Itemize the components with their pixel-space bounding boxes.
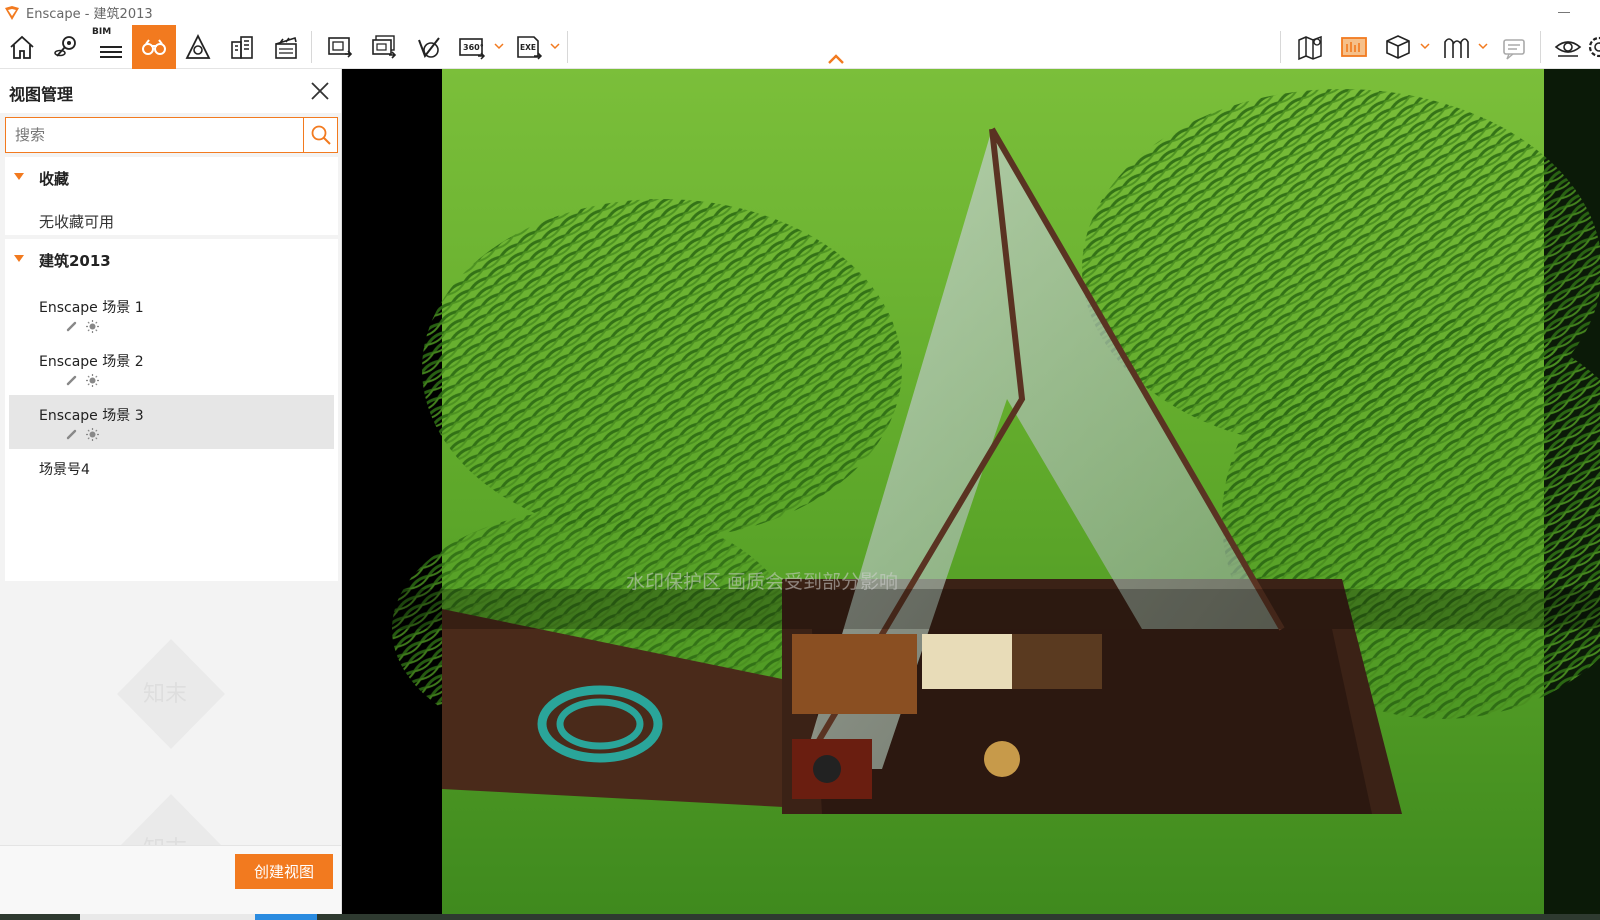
- favorites-label: 收藏: [39, 170, 70, 188]
- watermark-notice: 水印保护区 画质会受到部分影响: [626, 571, 899, 593]
- panorama-button[interactable]: 360°: [450, 25, 494, 69]
- settings-icon: [1588, 36, 1600, 58]
- panel-header: 视图管理: [0, 69, 341, 113]
- toolbar-separator: [1280, 31, 1281, 63]
- sun-icon[interactable]: [85, 319, 100, 334]
- favorites-header[interactable]: 收藏: [5, 157, 338, 197]
- bim-button[interactable]: BIM: [88, 25, 132, 69]
- location-button[interactable]: [44, 25, 88, 69]
- link-icon[interactable]: [64, 427, 79, 442]
- video-editor-button[interactable]: [264, 25, 308, 69]
- buildings-icon: [231, 36, 253, 59]
- close-icon[interactable]: [308, 79, 332, 103]
- search-icon: [311, 125, 331, 145]
- taskbar-strip: [0, 914, 1600, 920]
- screenshot-icon: [328, 37, 353, 58]
- batch-render-icon: [372, 35, 397, 59]
- project-label: 建筑2013: [39, 252, 111, 270]
- view-management-panel: 视图管理 收藏 无收藏可用 建筑2013 Enscape 场景 1 E: [0, 69, 342, 914]
- view-name: Enscape 场景 2: [39, 354, 144, 370]
- chevron-down-icon[interactable]: [550, 41, 560, 51]
- upload-icon: [418, 37, 440, 59]
- panel-footer: 创建视图: [0, 845, 341, 914]
- map-icon: [1298, 35, 1322, 61]
- view-name: Enscape 场景 3: [39, 408, 144, 424]
- view-management-button[interactable]: [132, 25, 176, 69]
- panorama-360-icon: 360°: [459, 38, 486, 60]
- favorites-empty-text: 无收藏可用: [39, 213, 115, 231]
- cube-icon: [1386, 35, 1410, 59]
- panel-title: 视图管理: [9, 85, 74, 104]
- enscape-logo-icon: [5, 5, 19, 20]
- sun-icon[interactable]: [85, 427, 100, 442]
- map-button[interactable]: [1288, 25, 1332, 69]
- export-exe-button[interactable]: EXE: [507, 25, 551, 69]
- project-header[interactable]: 建筑2013: [5, 239, 338, 279]
- chevron-down-icon[interactable]: [1478, 41, 1488, 51]
- svg-text:EXE: EXE: [520, 43, 536, 52]
- search-button[interactable]: [303, 118, 338, 152]
- eye-icon: [1554, 41, 1582, 57]
- settings-button[interactable]: [1584, 25, 1600, 69]
- home-icon: [10, 35, 34, 59]
- view-item[interactable]: 场景号4: [9, 449, 334, 503]
- asset-library-button[interactable]: [1332, 25, 1376, 69]
- view-name: 场景号4: [39, 462, 90, 478]
- location-pin-icon: [54, 36, 76, 57]
- clapperboard-icon: [275, 36, 297, 59]
- binoculars-icon: [142, 39, 166, 55]
- create-view-button[interactable]: 创建视图: [235, 854, 333, 889]
- caret-down-icon: [14, 173, 24, 180]
- caret-down-icon: [14, 255, 24, 262]
- favorites-section: 收藏 无收藏可用: [5, 157, 338, 235]
- bim-label: BIM: [92, 27, 112, 37]
- sections-icon: [1444, 38, 1469, 58]
- svg-text:360°: 360°: [463, 43, 484, 52]
- view-item[interactable]: Enscape 场景 1: [9, 287, 334, 341]
- link-icon[interactable]: [64, 373, 79, 388]
- title-bar: Enscape - 建筑2013: [0, 0, 1600, 25]
- view-item[interactable]: Enscape 场景 2: [9, 341, 334, 395]
- search-box: [5, 117, 338, 153]
- chevron-down-icon[interactable]: [1420, 41, 1430, 51]
- cube-button[interactable]: [1376, 25, 1420, 69]
- watermark-logo: 知末: [143, 682, 187, 707]
- toolbar-separator: [567, 31, 568, 63]
- chevron-up-icon[interactable]: [826, 52, 846, 66]
- screenshot-button[interactable]: [318, 25, 362, 69]
- window-title: Enscape - 建筑2013: [26, 7, 153, 22]
- rendered-scene: [342, 69, 1600, 914]
- batch-render-button[interactable]: [362, 25, 406, 69]
- sections-button[interactable]: [1434, 25, 1478, 69]
- toolbar-separator: [1540, 31, 1541, 63]
- search-input[interactable]: [6, 118, 303, 152]
- view-item-selected[interactable]: Enscape 场景 3: [9, 395, 334, 449]
- atmosphere-button[interactable]: [176, 25, 220, 69]
- buildings-button[interactable]: [220, 25, 264, 69]
- sun-pyramid-icon: [185, 33, 211, 59]
- link-icon[interactable]: [64, 319, 79, 334]
- upload-button[interactable]: [406, 25, 450, 69]
- main-toolbar: BIM 360° EXE: [0, 25, 1600, 69]
- project-section: 建筑2013 Enscape 场景 1 Enscape 场景 2 Enscape…: [5, 239, 338, 581]
- minimize-button[interactable]: [1558, 4, 1572, 18]
- toolbar-separator: [311, 31, 312, 63]
- sun-icon[interactable]: [85, 373, 100, 388]
- collaboration-button[interactable]: [1492, 25, 1536, 69]
- render-viewport[interactable]: 水印保护区 画质会受到部分影响: [342, 69, 1600, 914]
- collaboration-icon: [1503, 39, 1525, 60]
- chevron-down-icon[interactable]: [494, 41, 504, 51]
- home-button[interactable]: [0, 25, 44, 69]
- exe-export-icon: EXE: [517, 36, 543, 60]
- view-name: Enscape 场景 1: [39, 300, 144, 316]
- asset-library-icon: [1341, 37, 1367, 57]
